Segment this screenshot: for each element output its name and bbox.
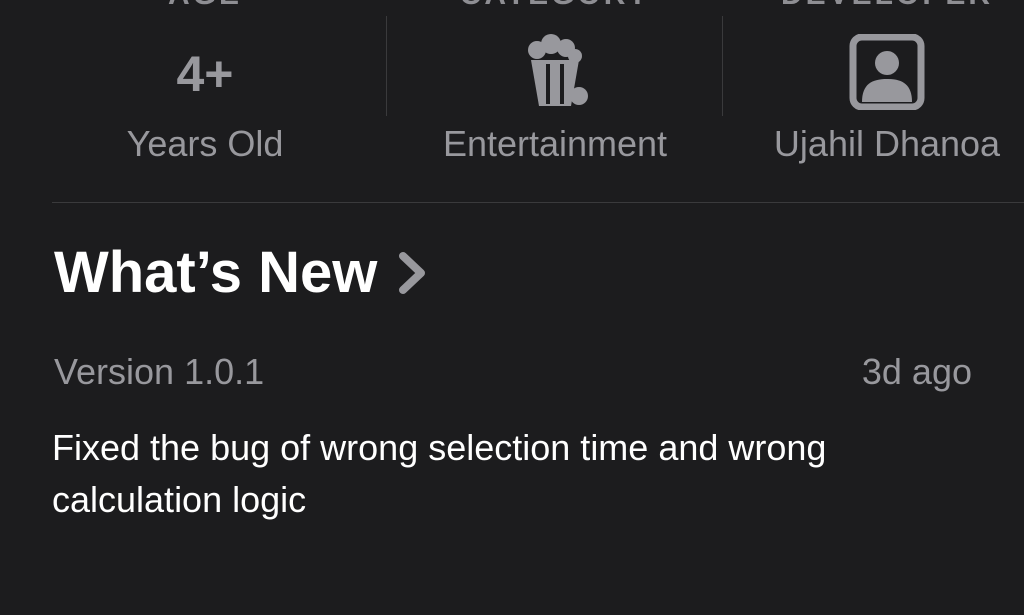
developer-header: DEVELOPER [722,0,1024,12]
person-square-icon [849,34,925,110]
popcorn-icon [528,34,588,106]
age-rating-value: 4+ [176,46,234,102]
age-header: AGE [40,0,370,12]
info-divider [386,16,387,116]
section-divider [52,202,1024,203]
whats-new-title: What’s New [54,240,378,305]
release-notes: Fixed the bug of wrong selection time an… [52,427,827,520]
version-row: Version 1.0.1 3d ago [54,348,972,396]
developer-info[interactable]: DEVELOPER Ujahil Dhanoa [722,0,1024,200]
age-label: Years Old [126,123,284,164]
age-info: AGE 4+ Years Old [40,0,370,200]
app-info-strip: AGE 4+ Years Old CATEGORY Entertainment … [0,0,1024,200]
release-date: 3d ago [861,351,972,392]
category-label: Entertainment [442,123,668,164]
developer-label: Ujahil Dhanoa [773,123,1001,164]
category-info[interactable]: CATEGORY Entertainment [388,0,722,200]
version-label: Version 1.0.1 [54,351,265,392]
whats-new-header[interactable]: What’s New [54,238,433,308]
category-header: CATEGORY [388,0,722,12]
chevron-right-icon [399,252,426,294]
